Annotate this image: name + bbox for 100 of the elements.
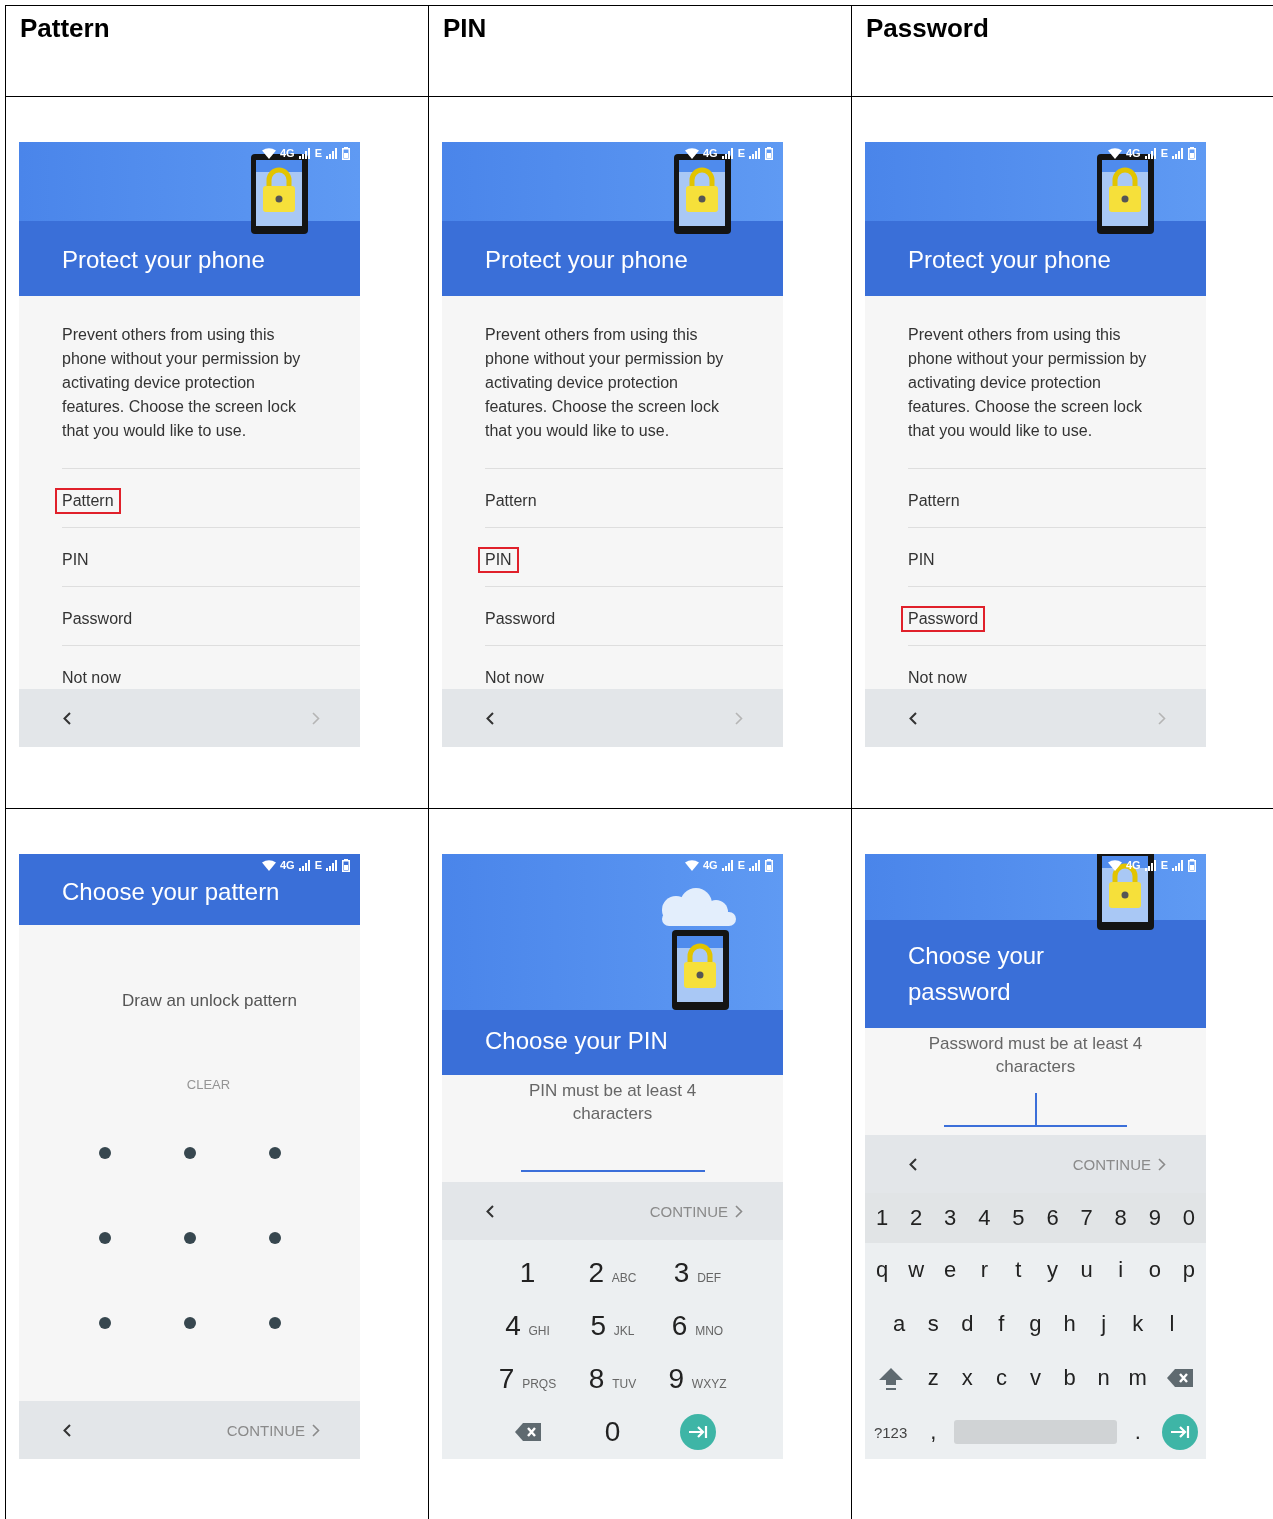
signal-icon	[1144, 147, 1157, 159]
keyboard-key[interactable]: t	[1013, 1257, 1024, 1283]
keyboard-key[interactable]: d	[959, 1311, 976, 1337]
pattern-dot[interactable]	[98, 1231, 111, 1244]
lock-option[interactable]: Password	[901, 606, 986, 632]
keyboard-key[interactable]: 2	[908, 1205, 925, 1231]
back-icon[interactable]	[63, 1423, 71, 1437]
back-icon[interactable]	[486, 711, 494, 725]
keyboard-key[interactable]: i	[1116, 1257, 1126, 1283]
battery-icon	[342, 858, 350, 872]
keyboard-key[interactable]: r	[978, 1257, 990, 1283]
keypad-key[interactable]: 8 TUV	[588, 1362, 637, 1395]
keyboard-key[interactable]: m	[1126, 1365, 1149, 1391]
battery-icon	[765, 146, 773, 160]
chevron-icon	[735, 1204, 743, 1218]
lock-option[interactable]: Password	[55, 606, 140, 632]
keypad-key[interactable]: 1	[519, 1256, 536, 1289]
pattern-dot[interactable]	[268, 1231, 281, 1244]
lock-option[interactable]: Not now	[478, 665, 551, 691]
keypad-key[interactable]: 2 ABC	[588, 1256, 637, 1289]
lock-option[interactable]: Not now	[55, 665, 128, 691]
keyboard-key[interactable]: h	[1061, 1311, 1078, 1337]
shift-icon[interactable]	[878, 1366, 903, 1390]
signal-icon	[1172, 147, 1184, 159]
wifi-icon	[684, 147, 699, 159]
battery-icon	[765, 858, 773, 872]
keypad-key[interactable]: 7 PRQS	[498, 1362, 557, 1395]
keyboard-key[interactable]: b	[1061, 1365, 1078, 1391]
lock-option[interactable]: PIN	[55, 547, 96, 573]
backspace-icon[interactable]	[1167, 1369, 1194, 1387]
keyboard-key[interactable]: ,	[928, 1419, 939, 1445]
instruction-text: Draw an unlock pattern	[121, 991, 298, 1011]
pattern-dot[interactable]	[98, 1146, 111, 1159]
keyboard-key[interactable]: .	[1132, 1419, 1143, 1445]
network-label: 4G	[1125, 859, 1141, 871]
keyboard-key[interactable]: 8	[1112, 1205, 1129, 1231]
keyboard-key[interactable]: o	[1146, 1257, 1163, 1283]
keyboard-key[interactable]: 3	[942, 1205, 959, 1231]
signal-icon	[298, 147, 311, 159]
signal-icon	[1172, 859, 1184, 871]
description-text: Prevent others from using this phone without your permission by activating device protection features. Choose the screen lock that you would like to use.	[62, 325, 302, 441]
keyboard-key[interactable]: f	[996, 1311, 1007, 1337]
keypad-key[interactable]: 5 JKL	[590, 1309, 635, 1342]
keypad-key[interactable]: 6 MNO	[671, 1309, 724, 1342]
lock-option[interactable]: Not now	[901, 665, 974, 691]
network-label: E	[737, 147, 745, 159]
keyboard-key[interactable]: z	[925, 1365, 941, 1391]
keyboard-key[interactable]: e	[942, 1257, 959, 1283]
wifi-icon	[261, 859, 276, 871]
keyboard-key[interactable]: a	[890, 1311, 908, 1337]
pattern-dot[interactable]	[183, 1316, 196, 1329]
pattern-dot[interactable]	[183, 1231, 196, 1244]
keypad-key[interactable]: 3 DEF	[673, 1256, 722, 1289]
back-icon[interactable]	[909, 1157, 917, 1171]
keypad-key[interactable]: 9 WXYZ	[668, 1362, 727, 1395]
pattern-dot[interactable]	[183, 1146, 196, 1159]
keyboard-key[interactable]: l	[1167, 1311, 1177, 1337]
pattern-dot[interactable]	[268, 1146, 281, 1159]
lock-option[interactable]: PIN	[901, 547, 942, 573]
keyboard-key[interactable]: ?123	[871, 1423, 910, 1441]
back-icon[interactable]	[63, 711, 71, 725]
keypad-key[interactable]: 4 GHI	[505, 1309, 550, 1342]
keyboard-key[interactable]: 1	[873, 1205, 891, 1231]
lock-option[interactable]: Password	[478, 606, 563, 632]
text-cursor	[1034, 1093, 1037, 1125]
keyboard-key[interactable]: j	[1099, 1311, 1109, 1337]
pattern-dot[interactable]	[98, 1316, 111, 1329]
keyboard-key[interactable]: u	[1078, 1257, 1095, 1283]
screen-title: Choose your password	[908, 941, 1046, 1007]
keyboard-key[interactable]: 6	[1044, 1205, 1061, 1231]
keyboard-key[interactable]: w	[906, 1257, 927, 1283]
lock-option[interactable]: PIN	[478, 547, 519, 573]
keyboard-key[interactable]: y	[1045, 1257, 1060, 1283]
keyboard-key[interactable]: 9	[1146, 1205, 1163, 1231]
backspace-icon[interactable]	[514, 1422, 541, 1441]
screen-title: Choose your PIN	[485, 1027, 668, 1054]
keyboard-key[interactable]: 7	[1078, 1205, 1095, 1231]
keyboard-key[interactable]: c	[993, 1365, 1009, 1391]
keyboard-key[interactable]: v	[1028, 1365, 1043, 1391]
keyboard-key[interactable]: s	[925, 1311, 941, 1337]
back-icon[interactable]	[486, 1204, 494, 1218]
lock-option[interactable]: Pattern	[55, 488, 121, 514]
network-label: 4G	[702, 859, 718, 871]
keypad-key[interactable]: 0	[604, 1415, 621, 1448]
keyboard-key[interactable]: 4	[976, 1205, 993, 1231]
password-field[interactable]	[944, 1090, 1127, 1127]
keyboard-key[interactable]: k	[1130, 1311, 1146, 1337]
keyboard-key[interactable]: q	[873, 1257, 891, 1283]
keyboard-key[interactable]: 0	[1180, 1205, 1197, 1231]
keyboard-key[interactable]: n	[1095, 1365, 1112, 1391]
back-icon[interactable]	[909, 711, 917, 725]
keyboard-key[interactable]: x	[959, 1365, 975, 1391]
signal-icon	[326, 147, 338, 159]
keyboard-key[interactable]: p	[1180, 1257, 1197, 1283]
lock-option[interactable]: Pattern	[478, 488, 544, 514]
lock-option[interactable]: Pattern	[901, 488, 967, 514]
screen-title: Choose your pattern	[62, 878, 280, 905]
pattern-dot[interactable]	[268, 1316, 281, 1329]
keyboard-key[interactable]: g	[1027, 1311, 1044, 1337]
keyboard-key[interactable]: 5	[1010, 1205, 1027, 1231]
